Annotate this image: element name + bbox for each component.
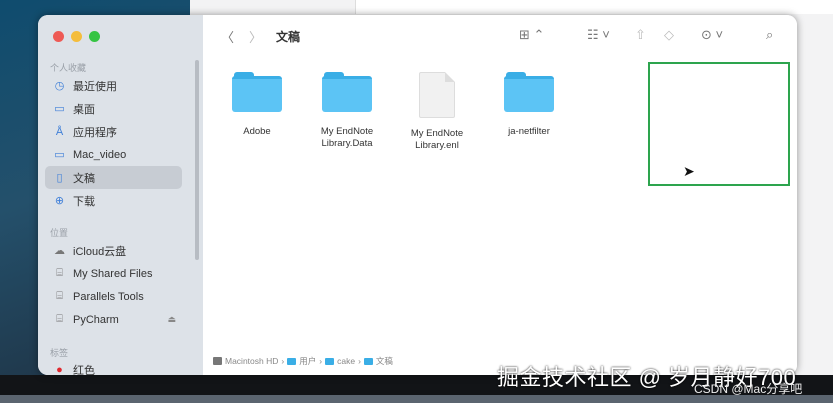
sidebar-item-shared-files[interactable]: ⌸ My Shared Files xyxy=(45,262,182,285)
clock-icon: ◷ xyxy=(54,80,65,92)
eject-icon[interactable]: ⏏ xyxy=(167,314,176,325)
watermark-sub: CSDN @Mac分享吧 xyxy=(694,382,803,396)
desktop-icon: ▭ xyxy=(54,103,65,115)
sidebar-item-icloud[interactable]: ☁ iCloud云盘 xyxy=(45,239,182,262)
sidebar: 个人收藏 ◷ 最近使用 ▭ 桌面 Å 应用程序 ▭ Mac_video ▯ 文稿 ⊕ 下载 … xyxy=(38,15,203,375)
cloud-icon: ☁ xyxy=(54,245,65,257)
share-icon[interactable]: ⇧ xyxy=(635,27,646,43)
sidebar-item-tag-red[interactable]: ● 红色 xyxy=(45,358,182,376)
view-grid-icon[interactable]: ⊞ ⌃ xyxy=(519,27,544,43)
folder-icon xyxy=(363,357,373,365)
sidebar-item-applications[interactable]: Å 应用程序 xyxy=(45,120,182,143)
close-button[interactable] xyxy=(53,31,64,42)
download-icon: ⊕ xyxy=(54,195,65,207)
hard-drive-icon xyxy=(213,357,222,365)
folder-icon xyxy=(504,70,554,112)
more-actions-icon[interactable]: ⊙ ˅ xyxy=(701,27,723,43)
folder-icon xyxy=(322,70,372,112)
sidebar-item-documents[interactable]: ▯ 文稿 xyxy=(45,166,182,189)
file-item-endnote-enl[interactable]: My EndNote Library.enl xyxy=(392,72,482,152)
zoom-button[interactable] xyxy=(89,31,100,42)
minimize-button[interactable] xyxy=(71,31,82,42)
search-icon[interactable]: ⌕ xyxy=(766,27,773,43)
file-item-adobe[interactable]: Adobe xyxy=(212,70,302,138)
highlight-box xyxy=(648,62,790,186)
red-tag-dot-icon: ● xyxy=(56,363,63,376)
window-title: 文稿 xyxy=(276,30,301,44)
document-icon xyxy=(419,72,455,118)
finder-window: 个人收藏 ◷ 最近使用 ▭ 桌面 Å 应用程序 ▭ Mac_video ▯ 文稿 ⊕ 下载 … xyxy=(38,15,797,375)
sidebar-item-parallels-tools[interactable]: ⌸ Parallels Tools xyxy=(45,285,182,308)
path-item[interactable]: Macintosh HD xyxy=(225,356,278,366)
folder-icon xyxy=(325,357,335,365)
folder-icon xyxy=(232,70,282,112)
drive-icon: ⌸ xyxy=(56,313,63,325)
favorites-header: 个人收藏 xyxy=(50,63,87,73)
locations-header: 位置 xyxy=(50,228,69,238)
sidebar-item-pycharm[interactable]: ⌸ PyCharm ⏏ xyxy=(45,308,182,331)
window-controls xyxy=(53,31,100,42)
applications-icon: Å xyxy=(55,125,64,138)
sidebar-item-recents[interactable]: ◷ 最近使用 xyxy=(45,74,182,97)
main-pane: 〈 〉 文稿 ⊞ ⌃ ☷ ˅ ⇧ ◇ ⊙ ˅ ⌕ Adobe My EndNot… xyxy=(203,15,797,375)
sidebar-item-desktop[interactable]: ▭ 桌面 xyxy=(45,97,182,120)
mouse-cursor-icon: ➤ xyxy=(683,163,695,179)
tag-icon[interactable]: ◇ xyxy=(664,27,674,43)
path-item[interactable]: 文稿 xyxy=(376,355,393,367)
sidebar-scrollbar[interactable] xyxy=(195,60,199,260)
drive-icon: ⌸ xyxy=(56,290,63,302)
document-icon: ▯ xyxy=(56,172,63,184)
back-button[interactable]: 〈 xyxy=(221,27,234,46)
file-item-ja-netfilter[interactable]: ja-netfilter xyxy=(484,70,574,138)
folder-icon: ▭ xyxy=(54,149,65,161)
background-window-top xyxy=(355,0,833,14)
path-bar: Macintosh HD › 用户 › cake › 文稿 xyxy=(213,355,393,367)
sidebar-item-mac-video[interactable]: ▭ Mac_video xyxy=(45,143,182,166)
folder-icon xyxy=(287,357,297,365)
file-item-endnote-data[interactable]: My EndNote Library.Data xyxy=(302,70,392,150)
sidebar-item-downloads[interactable]: ⊕ 下载 xyxy=(45,189,182,212)
forward-button[interactable]: 〉 xyxy=(249,27,262,46)
drive-icon: ⌸ xyxy=(56,267,63,279)
path-item[interactable]: cake xyxy=(337,356,355,366)
group-icon[interactable]: ☷ ˅ xyxy=(587,27,610,43)
path-item[interactable]: 用户 xyxy=(299,355,316,367)
